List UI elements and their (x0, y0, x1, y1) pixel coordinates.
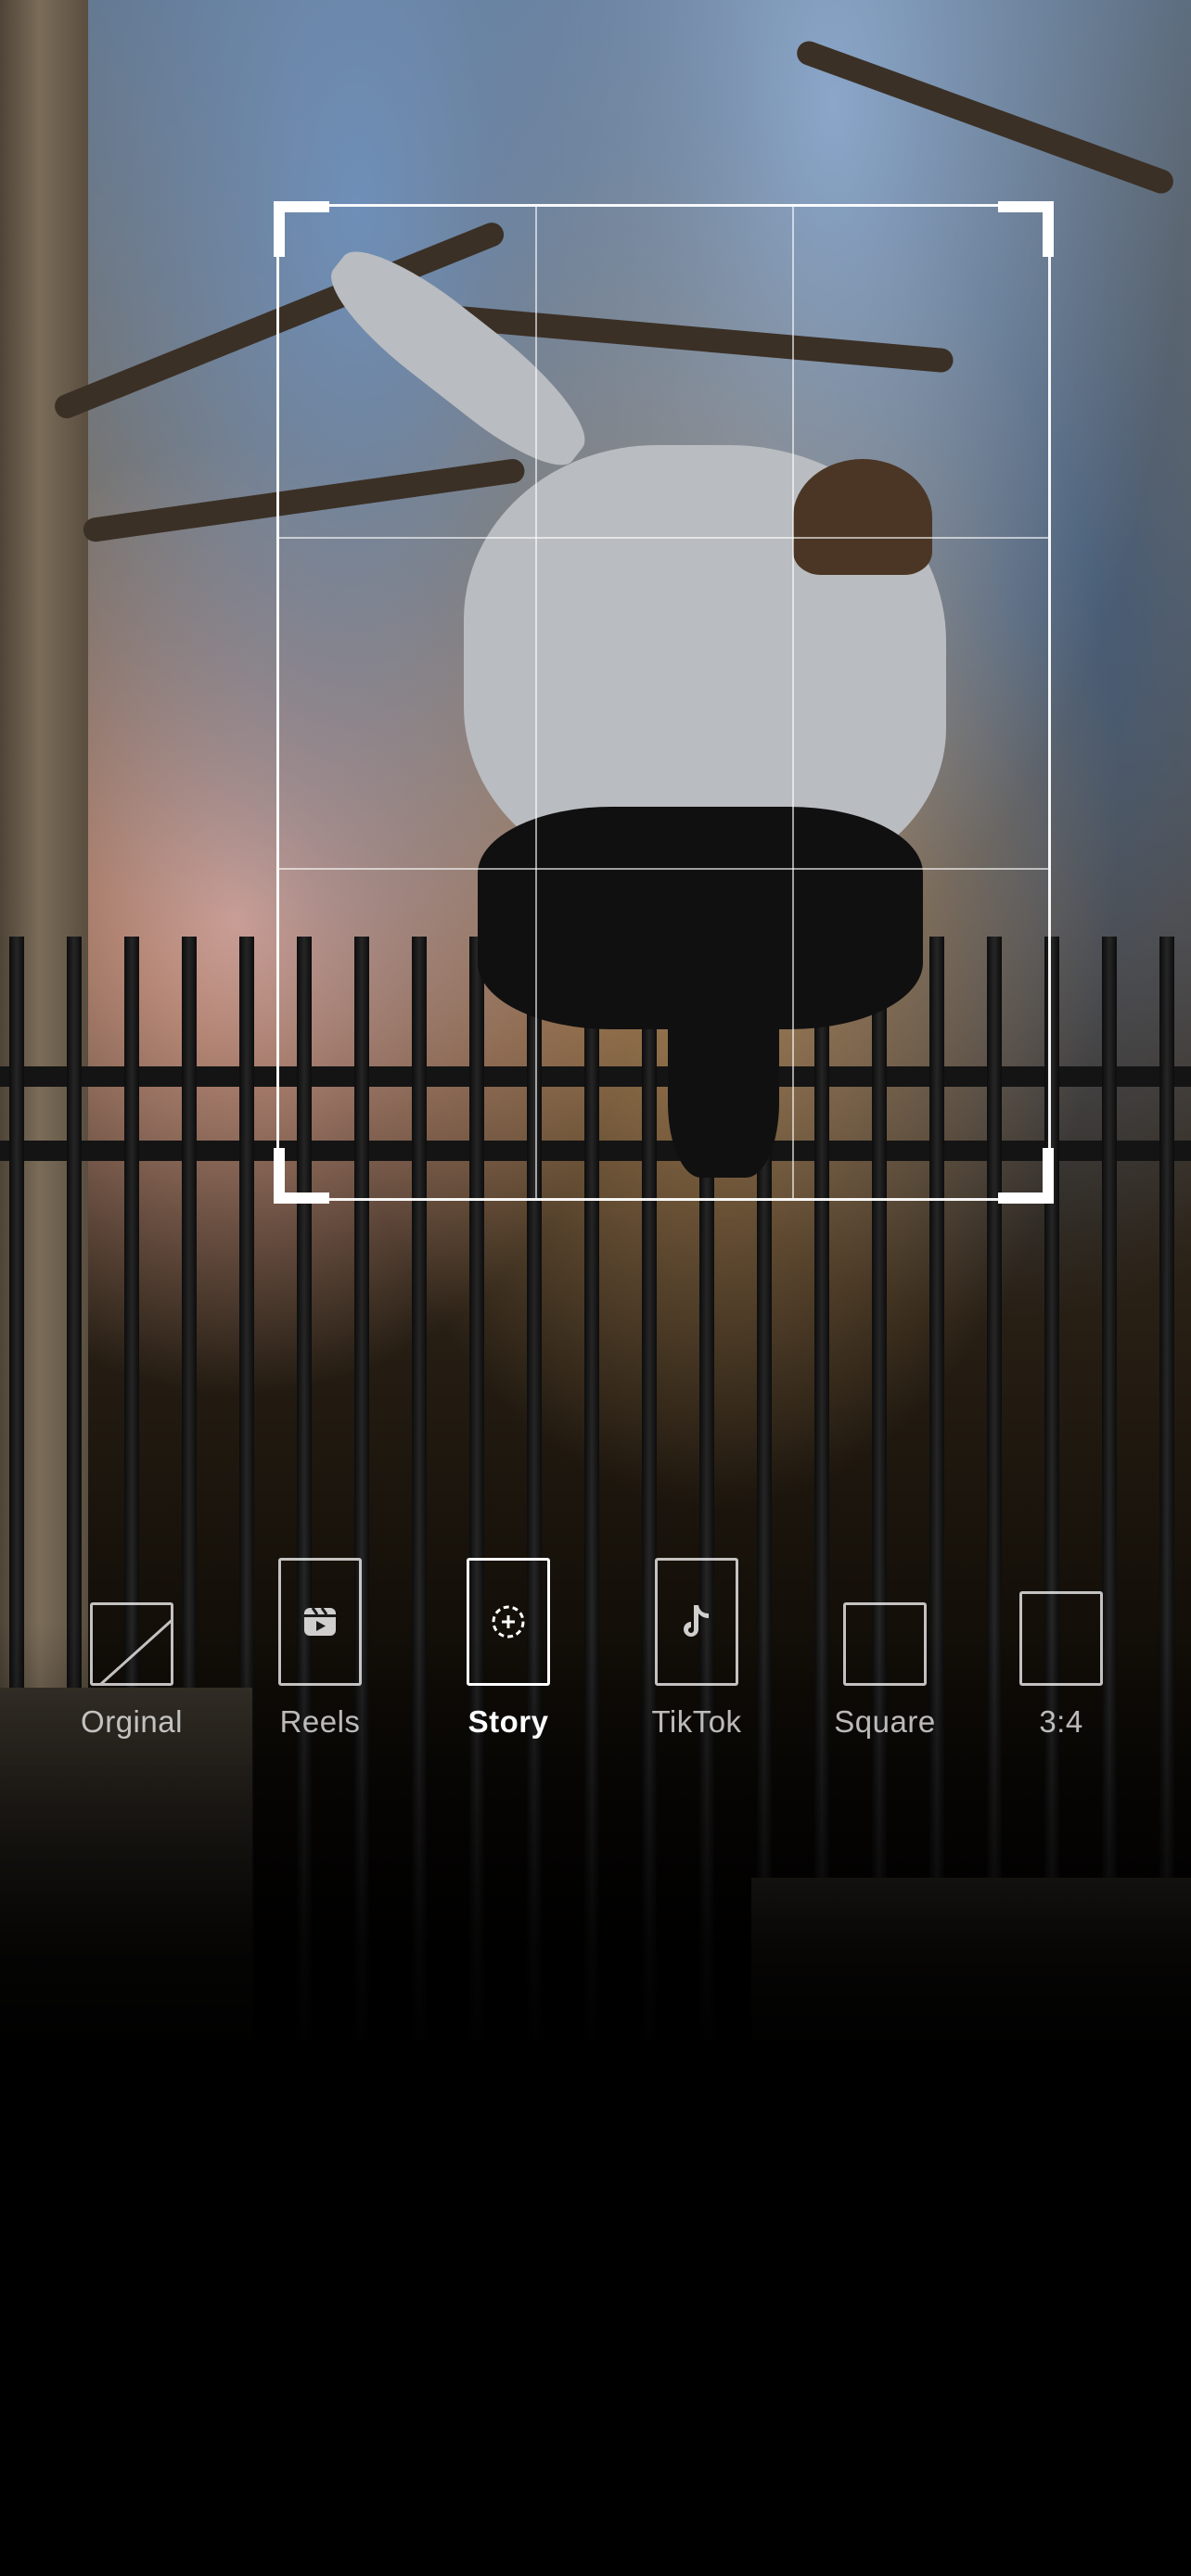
ratio-label-tiktok: TikTok (651, 1704, 742, 1739)
ratio-option-story[interactable]: Story (425, 1549, 592, 1762)
square-icon (843, 1602, 927, 1686)
ratio-label-original: Orginal (81, 1704, 183, 1739)
reels-icon (278, 1558, 362, 1686)
aspect-ratio-selector: Orginal Reels Story TikTok Square 3:4 (37, 1549, 1154, 1762)
ratio-option-square[interactable]: Square (801, 1549, 968, 1762)
tree-branch (793, 37, 1177, 198)
grid-line-horizontal (279, 867, 1048, 870)
grid-line-vertical (535, 207, 538, 1198)
ratio-option-reels[interactable]: Reels (237, 1549, 403, 1762)
crop-handle-bottom-left[interactable] (274, 1148, 329, 1204)
crop-handle-top-right[interactable] (998, 201, 1054, 257)
ratio-label-reels: Reels (279, 1704, 361, 1739)
story-add-icon (467, 1558, 550, 1686)
portrait-rect-icon (1019, 1591, 1103, 1686)
ratio-option-original[interactable]: Orginal (48, 1549, 215, 1762)
crop-frame[interactable] (274, 201, 1054, 1204)
tiktok-icon (655, 1558, 738, 1686)
ratio-label-story: Story (467, 1704, 549, 1739)
crop-handle-bottom-right[interactable] (998, 1148, 1054, 1204)
ratio-label-three-four: 3:4 (1039, 1704, 1083, 1739)
grid-line-horizontal (279, 537, 1048, 540)
ratio-label-square: Square (834, 1704, 936, 1739)
diagonal-square-icon (90, 1602, 173, 1686)
grid-line-vertical (791, 207, 794, 1198)
ratio-option-three-four[interactable]: 3:4 (978, 1549, 1145, 1762)
ratio-option-tiktok[interactable]: TikTok (613, 1549, 780, 1762)
crop-handle-top-left[interactable] (274, 201, 329, 257)
